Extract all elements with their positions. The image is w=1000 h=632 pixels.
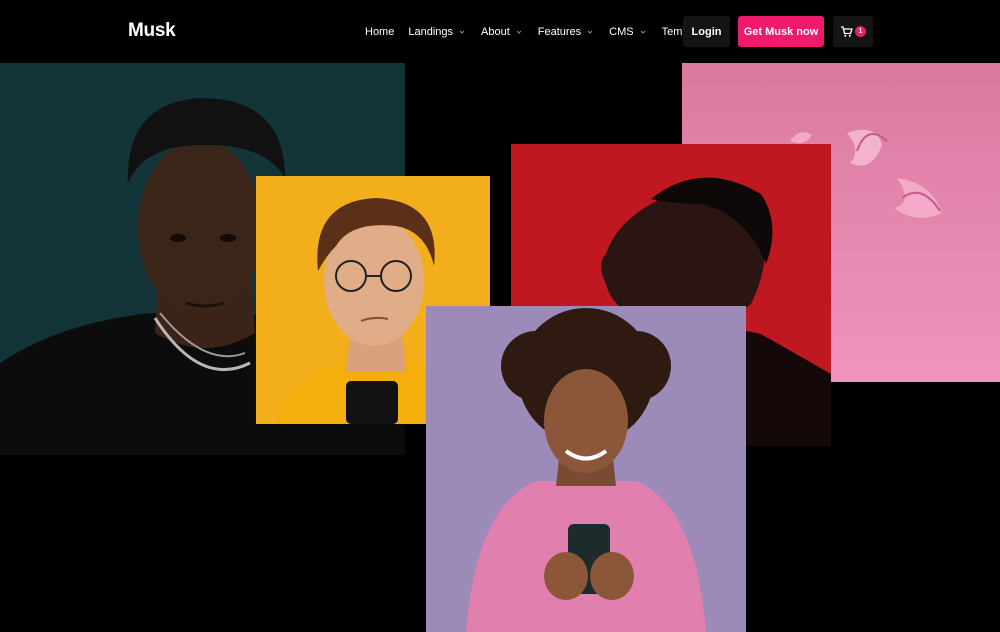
site-header: Musk Home Landings About Features CMS Lo… — [0, 0, 1000, 63]
chevron-down-icon — [514, 27, 524, 37]
nav-item-cms[interactable]: CMS — [609, 22, 647, 42]
photo-woman-phone-purple-background — [426, 306, 746, 632]
nav-item-features[interactable]: Features — [538, 22, 595, 42]
nav-item-home[interactable]: Home — [365, 22, 394, 42]
nav-item-label: Landings — [408, 26, 453, 38]
chevron-down-icon — [457, 27, 467, 37]
brand-logo[interactable]: Musk — [128, 19, 176, 43]
login-button[interactable]: Login — [683, 16, 730, 47]
nav-item-label: About — [481, 26, 510, 38]
main-nav: Home Landings About Features CMS — [365, 22, 734, 42]
chevron-down-icon — [585, 27, 595, 37]
nav-item-label: Features — [537, 26, 582, 38]
nav-item-label: CMS — [609, 26, 634, 38]
get-musk-now-button[interactable]: Get Musk now — [738, 16, 824, 47]
chevron-down-icon — [638, 27, 648, 37]
nav-item-about[interactable]: About — [481, 22, 524, 42]
nav-item-label: Home — [365, 26, 395, 38]
cart-count-badge: 1 — [855, 26, 866, 37]
cart-button[interactable]: 1 — [833, 16, 873, 47]
nav-item-landings[interactable]: Landings — [408, 22, 467, 42]
cart-icon — [840, 25, 853, 38]
